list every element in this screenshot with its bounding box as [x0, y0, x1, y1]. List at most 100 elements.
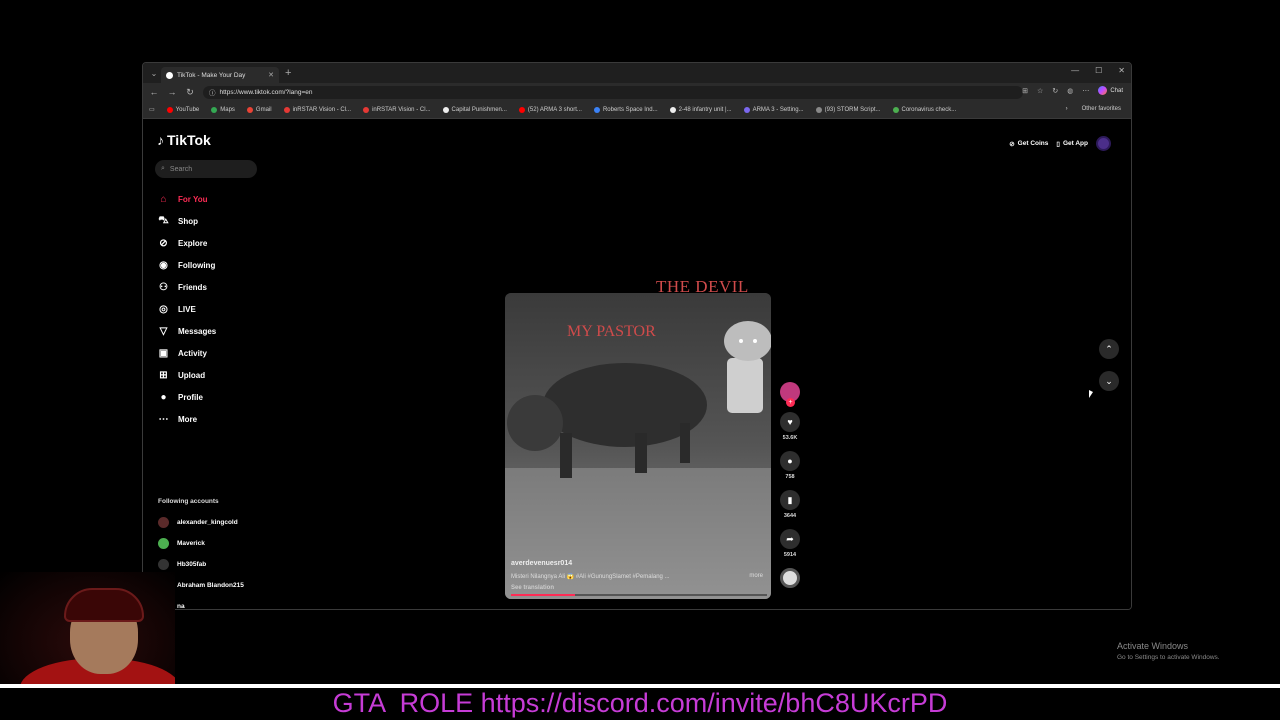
minimize-icon[interactable]: —	[1071, 66, 1079, 75]
close-window-icon[interactable]: ✕	[1118, 66, 1125, 75]
get-app-button[interactable]: ▯ Get App	[1056, 140, 1088, 148]
coin-icon: ⊘	[1009, 140, 1015, 148]
bookmark-item[interactable]: inRSTAR Vision - Cl...	[363, 106, 431, 113]
sidebar-item-label: For You	[178, 194, 208, 204]
follow-plus-icon[interactable]: +	[786, 398, 795, 407]
sidebar-item-shop[interactable]: ⛍ Shop	[157, 210, 216, 232]
bookmarks-bar: ▭ YouTube Maps Gmail inRSTAR Vision - Cl...…	[143, 101, 1131, 119]
search-input[interactable]: ⌕ Search	[155, 160, 257, 178]
sidebar-item-upload[interactable]: ⊞ Upload	[157, 364, 216, 386]
refresh-icon[interactable]: ↻	[1052, 87, 1058, 95]
bookmark-item[interactable]: Capital Punishmen...	[442, 106, 507, 113]
leopard-head	[724, 321, 771, 361]
extensions-icon[interactable]: ◍	[1067, 87, 1073, 95]
forward-icon[interactable]: →	[167, 87, 177, 97]
live-icon: ◎	[159, 303, 168, 315]
tab-list-icon[interactable]: ⌄	[147, 69, 161, 78]
sidebar-item-label: Friends	[178, 282, 207, 292]
address-bar: ← → ↻ ⓘ https://www.tiktok.com/?lang=en …	[143, 83, 1131, 101]
other-favorites[interactable]: Other favorites	[1082, 106, 1121, 112]
bookmark-item[interactable]: inRSTAR Vision - Cl...	[283, 106, 351, 113]
like-button[interactable]: ♥	[780, 412, 800, 432]
webcam-overlay	[0, 572, 175, 686]
bookmark-label: 2-48 infantry unit |...	[678, 106, 732, 113]
sidebar-item-label: Messages	[178, 326, 217, 336]
sidebar-item-messages[interactable]: ▽ Messages	[157, 320, 217, 342]
bookmark-item[interactable]: Roberts Space Ind...	[593, 106, 658, 113]
more-link[interactable]: more	[749, 573, 763, 580]
bookmark-item[interactable]: Gmail	[246, 106, 272, 113]
bookmark-item[interactable]: 2-48 infantry unit |...	[669, 106, 732, 113]
next-video-button[interactable]: ⌄	[1099, 371, 1119, 391]
sidebar-item-for-you[interactable]: ⌂ For You	[157, 188, 216, 210]
get-coins-button[interactable]: ⊘ Get Coins	[1009, 140, 1048, 148]
reading-icon[interactable]: ▭	[149, 106, 155, 113]
site-info-icon[interactable]: ⓘ	[209, 87, 216, 97]
get-app-label: Get App	[1062, 140, 1088, 147]
apps-icon[interactable]: ⊞	[1022, 87, 1028, 95]
bookmark-favicon-icon	[363, 106, 370, 113]
save-button[interactable]: ▮	[780, 490, 800, 510]
get-coins-label: Get Coins	[1017, 140, 1049, 147]
bookmarks-overflow-icon[interactable]: ›	[1066, 106, 1068, 112]
bookmark-favicon-icon	[283, 106, 290, 113]
bookmark-item[interactable]: Maps	[211, 106, 235, 113]
share-button[interactable]: ➦	[780, 529, 800, 549]
chevron-down-icon: ⌄	[1105, 375, 1113, 386]
feed-scroll-controls: ⌃ ⌄	[1099, 339, 1119, 391]
music-disc-icon[interactable]	[780, 568, 800, 588]
activate-subtitle: Go to Settings to activate Windows.	[1117, 654, 1220, 661]
user-avatar[interactable]	[1096, 136, 1111, 151]
bookmark-favicon-icon	[892, 106, 899, 113]
url-text: https://www.tiktok.com/?lang=en	[219, 88, 313, 96]
sidebar-item-label: LIVE	[178, 304, 196, 314]
maximize-icon[interactable]: ☐	[1095, 66, 1102, 75]
sidebar-item-label: More	[178, 414, 198, 424]
reload-icon[interactable]: ↻	[185, 87, 195, 98]
previous-video-button[interactable]: ⌃	[1099, 339, 1119, 359]
following-account-item[interactable]: Maverick	[158, 533, 244, 554]
bookmark-item[interactable]: (52) ARMA 3 short...	[518, 106, 582, 113]
creator-avatar[interactable]: +	[780, 382, 800, 407]
url-field[interactable]: ⓘ https://www.tiktok.com/?lang=en	[203, 85, 1023, 99]
comment-button[interactable]: ●	[780, 451, 800, 471]
sidebar-item-friends[interactable]: ⚇ Friends	[157, 276, 216, 298]
comment-icon: ●	[787, 456, 793, 466]
sidebar-item-more[interactable]: ⋯ More	[157, 408, 216, 430]
close-tab-icon[interactable]: ✕	[268, 71, 274, 79]
browser-window: ⌄ TikTok - Make Your Day ✕ + — ☐ ✕ ← → ↻…	[142, 62, 1132, 610]
see-translation-link[interactable]: See translation	[511, 585, 763, 591]
menu-icon[interactable]: ⋯	[1082, 87, 1089, 95]
bookmark-item[interactable]: Coronavirus check...	[892, 106, 956, 113]
following-account-item[interactable]: alexander_kingcold	[158, 512, 244, 533]
heart-icon: ♥	[787, 417, 793, 427]
activity-icon: ▣	[158, 347, 169, 359]
bookmark-item[interactable]: (93) STORM Script...	[815, 106, 881, 113]
sidebar-item-explore[interactable]: ⊘ Explore	[157, 232, 216, 254]
video-author[interactable]: averdevenuesr014	[511, 560, 763, 567]
back-icon[interactable]: ←	[149, 87, 159, 97]
sidebar-item-activity[interactable]: ▣ Activity	[157, 342, 216, 364]
sidebar-item-profile[interactable]: ● Profile	[157, 386, 216, 408]
bookmark-item[interactable]: ARMA 3 - Setting...	[743, 106, 804, 113]
animal-leg-3	[680, 423, 690, 463]
webcam-cap	[64, 588, 144, 622]
video-progress-bar[interactable]	[511, 594, 767, 596]
sidebar-item-live[interactable]: ◎ LIVE	[157, 298, 216, 320]
video-caption: averdevenuesr014 Misteri Nilangnya Ali 😱…	[511, 560, 763, 591]
chat-button[interactable]: Chat	[1098, 86, 1123, 95]
bookmark-item[interactable]: YouTube	[166, 106, 199, 113]
messages-icon: ▽	[159, 325, 168, 337]
share-icon: ➦	[786, 533, 794, 544]
tiktok-logo[interactable]: ♪ TikTok	[157, 132, 211, 148]
tab-tiktok[interactable]: TikTok - Make Your Day ✕	[161, 67, 279, 83]
sidebar-nav: ⌂ For You ⛍ Shop ⊘ Explore ◉ Following ⚇ Friends ◎…	[157, 188, 216, 430]
bookmark-favicon-icon	[518, 106, 525, 113]
bookmark-label: Gmail	[255, 106, 272, 113]
new-tab-icon[interactable]: +	[285, 67, 291, 79]
sidebar-item-following[interactable]: ◉ Following	[157, 254, 216, 276]
video-player[interactable]: MY PASTOR averdevenuesr014 Misteri Nilan…	[505, 293, 771, 599]
activate-title: Activate Windows	[1117, 641, 1189, 651]
favorite-star-icon[interactable]: ☆	[1037, 87, 1043, 95]
upload-icon: ⊞	[159, 369, 168, 381]
